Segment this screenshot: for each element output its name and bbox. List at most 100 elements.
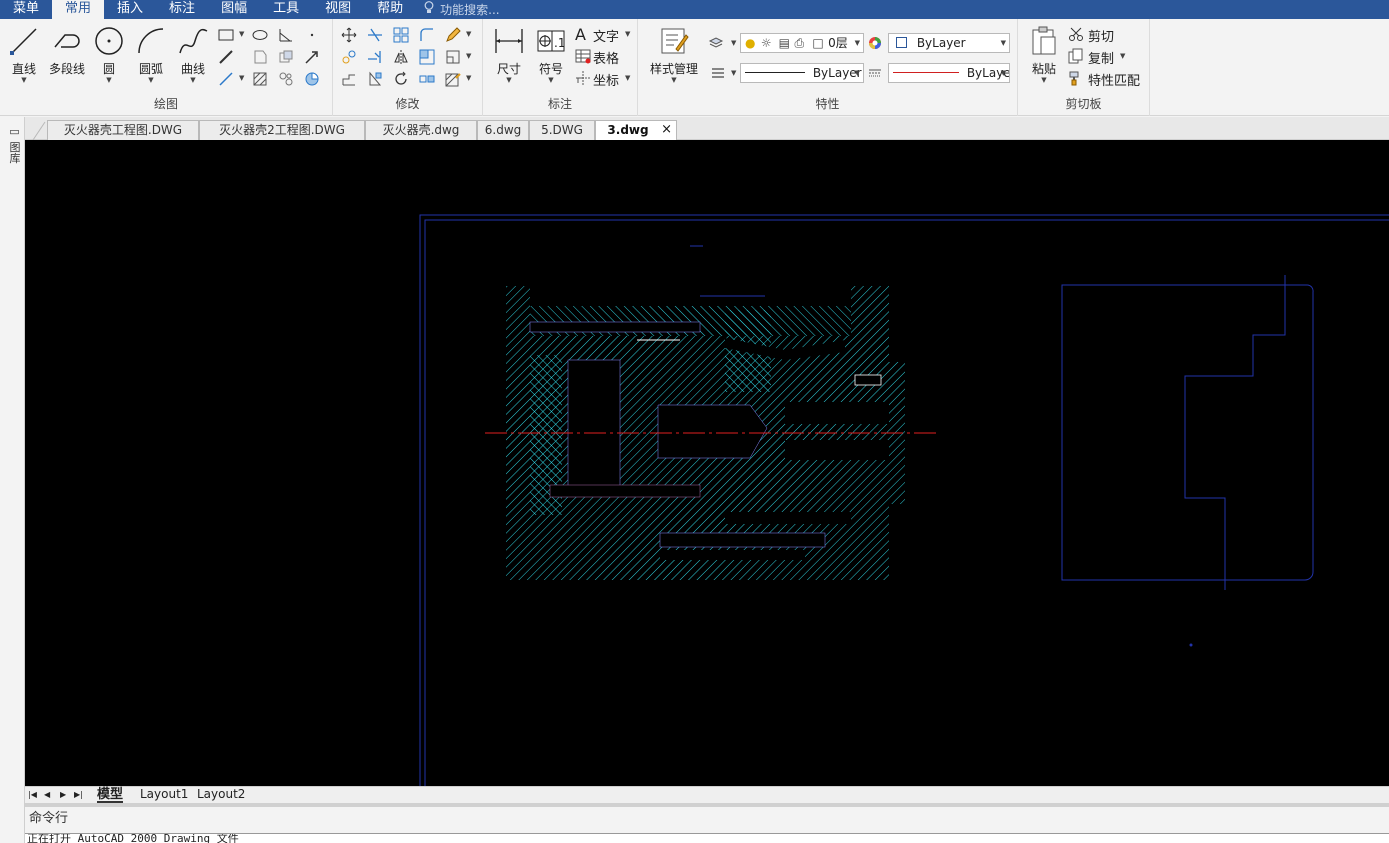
lineweight-combo[interactable]: ByLaye ▼ (888, 63, 1010, 83)
point-icon[interactable] (304, 27, 320, 43)
symbol-button[interactable]: .1 符号 ▼ (533, 25, 569, 84)
library-panel-tab[interactable]: ▭ 图库 (4, 125, 21, 177)
angle-icon[interactable] (278, 27, 294, 43)
svg-text:.1: .1 (554, 36, 565, 50)
region-icon[interactable] (252, 49, 268, 65)
chevron-down-icon[interactable]: ▼ (466, 74, 471, 82)
modify-group-title: 修改 (395, 97, 420, 111)
table-button[interactable]: 表格 (575, 47, 635, 67)
drawing-canvas[interactable] (25, 140, 1389, 786)
first-layout-icon[interactable]: |◀ (28, 787, 37, 803)
symbol-label: 符号 (538, 62, 563, 76)
copy-icon (1068, 48, 1083, 64)
close-icon[interactable]: × (661, 121, 672, 139)
ribbon: 直线 ▼ 多段线 圆 ▼ 圆弧 ▼ 曲线 ▼ ▼ ▼ 绘图 ▼ ▼ ▼ 修改 尺… (0, 19, 1389, 116)
boundary-icon[interactable] (278, 71, 294, 87)
menu-item-annotate[interactable]: 标注 (156, 0, 208, 19)
join-icon[interactable] (419, 71, 435, 87)
scale-icon[interactable] (367, 71, 383, 87)
arc-button[interactable]: 圆弧 ▼ (134, 25, 168, 84)
text-button[interactable]: A 文字 ▼ (575, 25, 635, 45)
rectangle-icon[interactable] (218, 27, 234, 43)
ray-icon[interactable] (218, 71, 234, 87)
construction-line-icon[interactable] (218, 49, 234, 65)
next-layout-icon[interactable]: ▶ (60, 787, 66, 803)
doc-tab-extinguisher-drawing-2[interactable]: 灭火器壳2工程图.DWG (199, 120, 365, 140)
style-manager-button[interactable]: 样式管理 ▼ (642, 25, 706, 84)
ellipse-icon[interactable] (252, 27, 268, 43)
chevron-down-icon[interactable]: ▼ (239, 30, 244, 38)
cut-button[interactable]: 剪切 (1068, 25, 1148, 45)
arrow-icon[interactable] (304, 49, 320, 65)
layout-tab-model[interactable]: 模型 (97, 787, 124, 803)
chevron-down-icon: ▼ (625, 74, 631, 82)
last-layout-icon[interactable]: ▶| (74, 787, 83, 803)
circle-button[interactable]: 圆 ▼ (92, 25, 126, 84)
match-properties-button[interactable]: 特性匹配 (1068, 69, 1150, 89)
doc-tab-3-active[interactable]: 3.dwg × (595, 120, 677, 140)
array-icon[interactable] (393, 27, 409, 43)
layer-combo[interactable]: ● ☼ ▤ ⎙ □ 0层 ▼ (740, 33, 864, 53)
extend-icon[interactable] (367, 49, 383, 65)
move-icon[interactable] (341, 27, 357, 43)
stretch-icon[interactable] (341, 71, 357, 87)
polyline-label: 多段线 (48, 62, 85, 76)
menu-item-sheet[interactable]: 图幅 (208, 0, 260, 19)
linetype-preview (745, 72, 805, 73)
coordinate-button[interactable]: 坐标 ▼ (575, 69, 635, 89)
polyline-icon (54, 34, 80, 48)
menu-item-view[interactable]: 视图 (312, 0, 364, 19)
menu-bar: 菜单 常用 插入 标注 图幅 工具 视图 帮助 功能搜索... (0, 0, 1389, 19)
mold-pin-highlight (854, 374, 882, 386)
doc-tab-6[interactable]: 6.dwg (477, 120, 529, 140)
chevron-down-icon: ▼ (506, 76, 512, 84)
ribbon-group-clipboard: 粘贴 ▼ 剪切 复制 ▼ 特性匹配 剪切板 (1018, 19, 1150, 116)
table-icon (575, 49, 591, 64)
chevron-down-icon[interactable]: ▼ (239, 74, 244, 82)
layout-tab-layout2[interactable]: Layout2 (197, 787, 245, 803)
pencil-icon[interactable] (445, 27, 461, 43)
polyline-button[interactable]: 多段线 (44, 25, 90, 77)
text-icon: A (575, 25, 586, 44)
dimension-button[interactable]: 尺寸 ▼ (491, 25, 527, 84)
linetype-combo[interactable]: ByLayer ▼ (740, 63, 864, 83)
doc-tab-extinguisher-drawing[interactable]: 灭火器壳工程图.DWG (47, 120, 199, 140)
doc-tab-extinguisher[interactable]: 灭火器壳.dwg (365, 120, 477, 140)
offset-icon[interactable] (419, 49, 435, 65)
curve-button[interactable]: 曲线 ▼ (176, 25, 210, 84)
menu-item-help[interactable]: 帮助 (364, 0, 416, 19)
layout-tab-layout1[interactable]: Layout1 (140, 787, 188, 803)
donut-icon[interactable] (304, 71, 320, 87)
copy-button[interactable]: 复制 ▼ (1068, 47, 1148, 67)
chevron-down-icon[interactable]: ▼ (731, 69, 736, 77)
chevron-down-icon[interactable]: ▼ (466, 52, 471, 60)
chevron-down-icon[interactable]: ▼ (466, 30, 471, 38)
linetype-scale-icon[interactable] (867, 65, 883, 81)
menu-item-insert[interactable]: 插入 (104, 0, 156, 19)
layer-manager-icon[interactable] (708, 35, 724, 51)
mirror-icon[interactable] (393, 49, 409, 65)
copy-label: 复制 (1088, 52, 1115, 67)
chevron-down-icon: ▼ (190, 76, 196, 84)
paste-button[interactable]: 粘贴 ▼ (1024, 25, 1064, 84)
color-wheel-icon[interactable] (867, 35, 883, 51)
trim-icon[interactable] (367, 27, 383, 43)
explode-icon[interactable] (445, 49, 461, 65)
rotate-icon[interactable] (393, 71, 409, 87)
prev-layout-icon[interactable]: ◀ (44, 787, 50, 803)
wipeout-icon[interactable] (278, 49, 294, 65)
menu-item-tools[interactable]: 工具 (260, 0, 312, 19)
feature-search[interactable]: 功能搜索... (424, 1, 500, 19)
chevron-down-icon[interactable]: ▼ (731, 39, 736, 47)
edit-hatch-icon[interactable] (445, 71, 461, 87)
menu-item-home[interactable]: 常用 (52, 0, 105, 19)
doc-tab-5[interactable]: 5.DWG (529, 120, 595, 140)
lineweight-icon[interactable] (710, 65, 726, 81)
color-combo[interactable]: ByLayer ▼ (888, 33, 1010, 53)
hatch-icon[interactable] (252, 71, 268, 87)
copy-object-icon[interactable] (341, 49, 357, 65)
fillet-icon[interactable] (419, 27, 435, 43)
menu-item-menu[interactable]: 菜单 (0, 0, 52, 19)
paste-label: 粘贴 (1031, 62, 1056, 76)
line-button[interactable]: 直线 ▼ (6, 25, 42, 84)
